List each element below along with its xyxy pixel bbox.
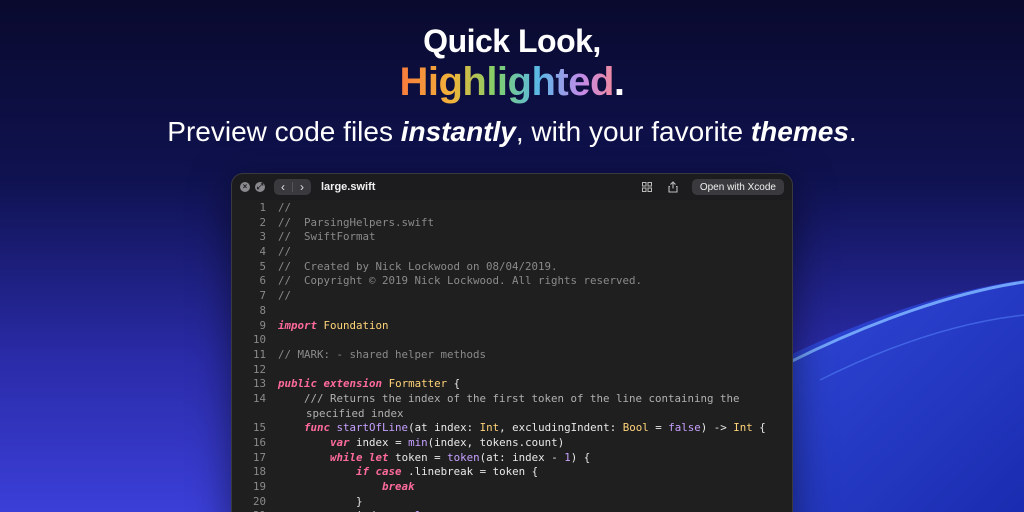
- line-number: 11: [252, 347, 266, 361]
- tagline-part: Preview code files: [167, 116, 401, 147]
- line-number: 13: [252, 377, 266, 391]
- line-number: 8: [259, 303, 266, 317]
- back-button[interactable]: ‹: [274, 179, 292, 195]
- quicklook-window: × ⤢ ‹ › large.swift Open with Xcode 1 // …: [231, 173, 793, 512]
- code-line: 1 //: [232, 201, 792, 216]
- code-text: while let token = token(at: index - 1) {: [330, 450, 591, 464]
- code-line: 17 while let token = token(at: index - 1…: [232, 451, 792, 466]
- code-line: 3 // SwiftFormat: [232, 230, 792, 245]
- code-line: 7 //: [232, 289, 792, 304]
- code-line: 16 var index = min(index, tokens.count): [232, 436, 792, 451]
- line-number: 20: [252, 494, 266, 508]
- code-line: 18 if case .linebreak = token {: [232, 465, 792, 480]
- line-number: 6: [259, 274, 266, 288]
- fullscreen-icon[interactable]: ⤢: [255, 182, 265, 192]
- code-text: //: [278, 201, 292, 214]
- close-icon[interactable]: ×: [240, 182, 250, 192]
- code-text: //: [278, 245, 292, 259]
- code-line: 11 // MARK: - shared helper methods: [232, 348, 792, 363]
- open-with-xcode-button[interactable]: Open with Xcode: [691, 179, 784, 195]
- line-number: 15: [252, 421, 266, 435]
- code-line: 6 // Copyright © 2019 Nick Lockwood. All …: [232, 274, 792, 289]
- code-text: }: [278, 494, 363, 508]
- code-editor[interactable]: 1 // 2 // ParsingHelpers.swift 3 // SwiftFo…: [232, 200, 792, 512]
- code-line: 10: [232, 333, 792, 348]
- code-line: 8: [232, 304, 792, 319]
- line-number: 10: [252, 333, 266, 347]
- grid-view-icon[interactable]: [640, 180, 654, 194]
- tagline-emphasis-themes: themes: [750, 116, 849, 147]
- line-number: 17: [252, 450, 266, 464]
- line-number: 19: [252, 480, 266, 494]
- hero-period: .: [613, 60, 625, 104]
- code-line: 15 func startOfLine(at index: Int, exclu…: [232, 421, 792, 436]
- code-text: // Copyright © 2019 Nick Lockwood. All r…: [278, 274, 643, 288]
- line-number: 18: [252, 465, 266, 479]
- highlighted-word: Highlighted: [399, 60, 614, 104]
- code-text: func startOfLine(at index: Int, excludin…: [304, 421, 766, 435]
- line-number: 16: [252, 436, 266, 450]
- tagline-emphasis-instantly: instantly: [400, 116, 516, 147]
- code-line: 4 //: [232, 245, 792, 260]
- code-line: 9 import Foundation: [232, 319, 792, 334]
- tagline-part: .: [848, 116, 857, 147]
- code-line: 13 public extension Formatter {: [232, 377, 792, 392]
- code-line: 5 // Created by Nick Lockwood on 08/04/20…: [232, 260, 792, 275]
- code-text: //: [278, 289, 292, 303]
- code-line: 19 break: [232, 480, 792, 495]
- hero-title: Quick Look,: [423, 23, 601, 59]
- line-number: 2: [259, 215, 266, 229]
- code-line: 12: [232, 363, 792, 378]
- line-number: 5: [259, 259, 266, 273]
- code-text: var index = min(index, tokens.count): [330, 436, 565, 450]
- code-text: break: [382, 480, 415, 494]
- nav-group: ‹ ›: [274, 179, 311, 195]
- code-text: public extension Formatter {: [278, 377, 461, 391]
- tagline: Preview code files instantly, with your …: [0, 115, 1024, 149]
- code-text: // MARK: - shared helper methods: [278, 347, 487, 361]
- forward-button[interactable]: ›: [293, 179, 311, 195]
- hero-subtitle: Highlighted.: [0, 60, 1024, 104]
- window-filename: large.swift: [321, 181, 376, 193]
- code-text: if case .linebreak = token {: [356, 465, 539, 479]
- line-number: 9: [259, 318, 266, 332]
- code-text: // ParsingHelpers.swift: [278, 215, 435, 229]
- line-number: 14: [252, 391, 266, 405]
- tagline-part: , with your favorite: [515, 116, 751, 147]
- code-text: import Foundation: [278, 318, 389, 332]
- share-icon[interactable]: [666, 180, 680, 194]
- code-line: 2 // ParsingHelpers.swift: [232, 216, 792, 231]
- line-number: 12: [252, 362, 266, 376]
- code-text: // Created by Nick Lockwood on 08/04/201…: [278, 259, 558, 273]
- code-line: 20 }: [232, 495, 792, 510]
- code-text: // SwiftFormat: [278, 230, 376, 244]
- code-text: /// Returns the index of the first token…: [278, 391, 747, 420]
- window-toolbar: × ⤢ ‹ › large.swift Open with Xcode: [232, 174, 792, 200]
- line-number: 7: [259, 289, 266, 303]
- code-line: 14 /// Returns the index of the first to…: [232, 392, 792, 421]
- line-number: 1: [259, 201, 266, 214]
- line-number: 4: [259, 245, 266, 259]
- line-number: 3: [259, 230, 266, 244]
